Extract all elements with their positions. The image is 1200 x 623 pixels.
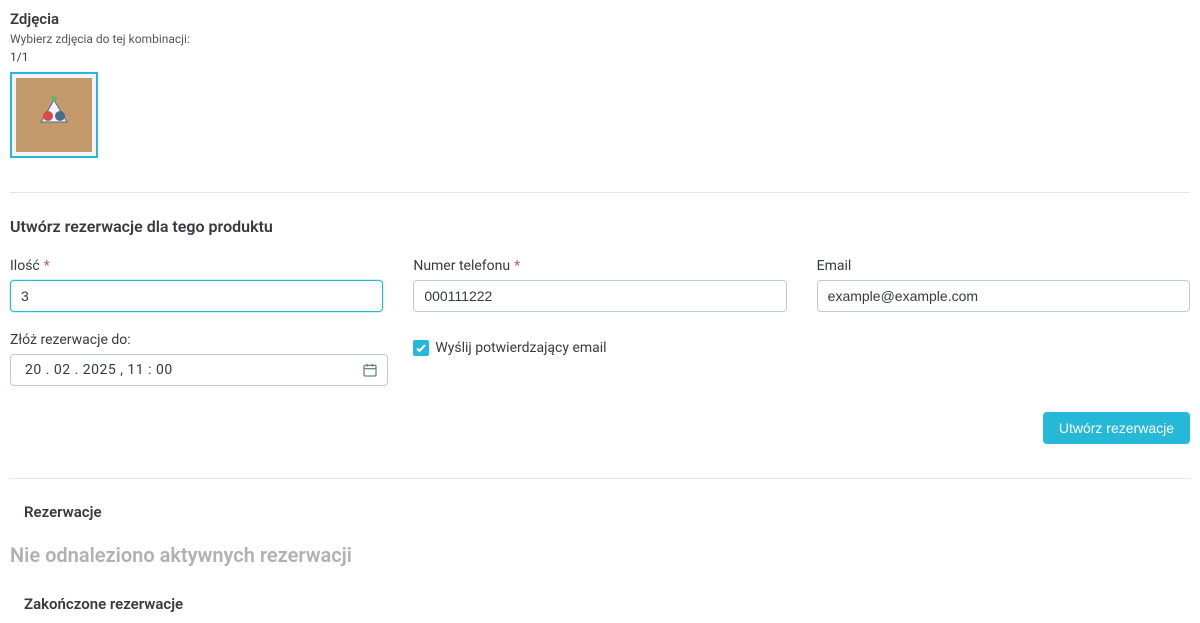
reservations-section: Rezerwacje Nie odnaleziono aktywnych rez… [10, 503, 1190, 613]
required-mark: * [44, 258, 50, 274]
email-label: Email [817, 258, 1190, 274]
photos-section: Zdjęcia Wybierz zdjęcia do tej kombinacj… [10, 10, 1190, 158]
required-mark: * [514, 258, 520, 274]
divider [10, 478, 1190, 479]
calendar-icon[interactable] [362, 362, 378, 378]
deadline-input[interactable]: 20 . 02 . 2025 , 11 : 00 [10, 354, 388, 386]
deadline-label: Złóż rezerwacje do: [10, 332, 383, 348]
qty-label-text: Ilość [10, 258, 40, 274]
notebook-icon [31, 92, 77, 138]
completed-reservations-heading: Zakończone rezerwacje [24, 595, 1190, 613]
confirm-email-row: Wyślij potwierdzający email [413, 340, 786, 356]
product-thumbnail[interactable] [10, 72, 98, 158]
photos-counter: 1/1 [10, 50, 1190, 64]
create-reservation-section: Utwórz rezerwacje dla tego produktu Iloś… [10, 217, 1190, 444]
phone-label-text: Numer telefonu [413, 258, 510, 274]
product-image [16, 78, 92, 152]
photos-helper: Wybierz zdjęcia do tej kombinacji: [10, 32, 1190, 46]
email-input[interactable] [817, 280, 1190, 312]
phone-input[interactable] [413, 280, 786, 312]
create-reservation-button[interactable]: Utwórz rezerwacje [1043, 412, 1190, 444]
divider [10, 192, 1190, 193]
reservations-heading: Rezerwacje [24, 503, 1190, 521]
check-icon [415, 342, 427, 354]
qty-input[interactable] [10, 280, 383, 312]
photos-title: Zdjęcia [10, 10, 1190, 28]
confirm-email-checkbox[interactable] [413, 340, 429, 356]
confirm-email-label: Wyślij potwierdzający email [435, 340, 606, 356]
phone-label: Numer telefonu* [413, 258, 786, 274]
create-reservation-heading: Utwórz rezerwacje dla tego produktu [10, 217, 1190, 236]
no-reservations-text: Nie odnaleziono aktywnych rezerwacji [10, 543, 1190, 567]
thumbnail-row [10, 72, 1190, 158]
qty-label: Ilość* [10, 258, 383, 274]
deadline-value: 20 . 02 . 2025 , 11 : 00 [25, 362, 173, 378]
